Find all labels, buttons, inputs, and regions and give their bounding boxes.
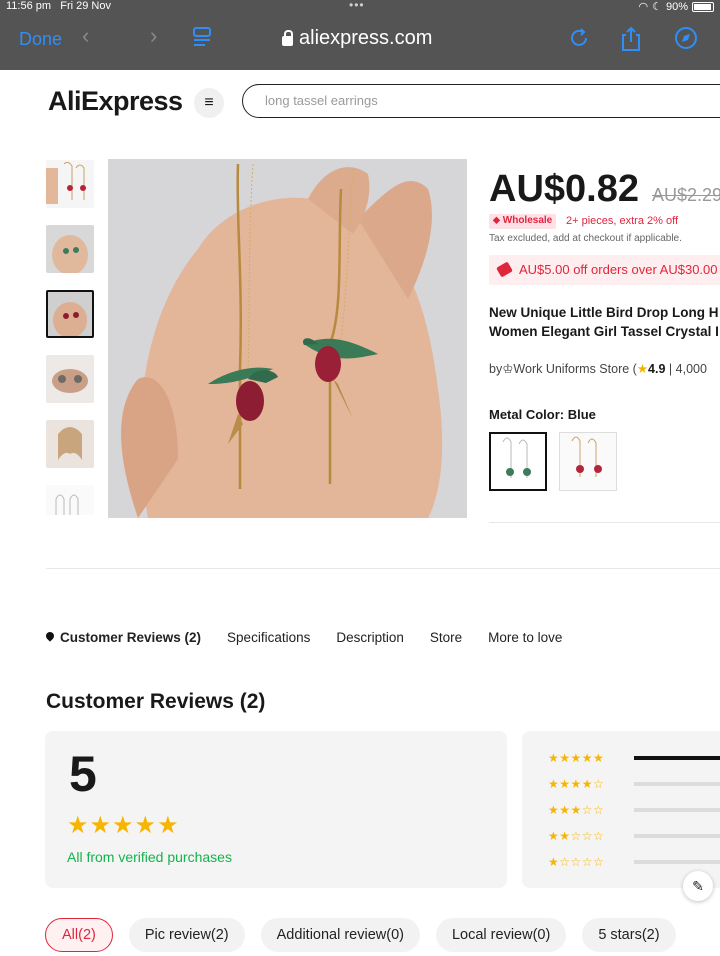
- rating-summary-card: 5 ★★★★★ All from verified purchases: [45, 731, 507, 888]
- average-score: 5: [69, 746, 97, 802]
- share-icon[interactable]: [620, 26, 642, 57]
- wifi-icon: ◠: [638, 1, 649, 13]
- bar-fill: [634, 756, 720, 760]
- row-stars: ★☆☆☆☆: [548, 855, 605, 869]
- aliexpress-logo[interactable]: AliExpress: [48, 86, 183, 117]
- distribution-bar: [634, 834, 720, 838]
- thumbnail-6[interactable]: [46, 485, 94, 515]
- reader-icon[interactable]: [192, 26, 212, 53]
- color-swatch-red[interactable]: [559, 432, 617, 491]
- thumbnail-4[interactable]: [46, 355, 94, 403]
- url-text: aliexpress.com: [299, 27, 433, 49]
- color-label: Metal Color: Blue: [489, 407, 596, 422]
- wholesale-discount: 2+ pieces, extra 2% off: [566, 215, 679, 227]
- row-stars: ★★★★☆: [548, 777, 605, 791]
- wholesale-badge: ⬥ Wholesale: [489, 214, 557, 229]
- filter-local-review[interactable]: Local review(0): [435, 918, 567, 952]
- tab-more-to-love[interactable]: More to love: [488, 630, 562, 645]
- distribution-row[interactable]: ★★★★☆: [548, 777, 720, 791]
- original-price: AU$2.29: [652, 185, 720, 205]
- forward-icon[interactable]: ›: [150, 23, 157, 49]
- distribution-row[interactable]: ★★☆☆☆: [548, 829, 720, 843]
- thumbnail-5[interactable]: [46, 420, 94, 468]
- distribution-bar: [634, 782, 720, 786]
- menu-button[interactable]: ≡: [194, 88, 224, 118]
- rating-distribution-card: ★★★★★ ★★★★☆ ★★★☆☆ ★★☆☆☆ ★☆☆☆☆: [522, 731, 720, 888]
- status-time: 11:56 pm Fri 29 Nov: [6, 0, 111, 12]
- thumbnail-list: [46, 160, 96, 532]
- row-stars: ★★★☆☆: [548, 803, 605, 817]
- site-header: AliExpress ≡ long tassel earrings: [0, 70, 720, 138]
- verified-note: All from verified purchases: [67, 849, 232, 865]
- search-input[interactable]: long tassel earrings: [242, 84, 720, 118]
- distribution-bar: [634, 860, 720, 864]
- distribution-row[interactable]: ★☆☆☆☆: [548, 855, 720, 869]
- row-stars: ★★★★★: [548, 751, 605, 765]
- reviews-heading: Customer Reviews (2): [46, 690, 266, 713]
- section-tabs: Customer Reviews (2) Specifications Desc…: [46, 630, 588, 645]
- location-pin-icon: [46, 632, 54, 643]
- store-link[interactable]: by♔Work Uniforms Store (★4.9 | 4,000: [489, 361, 707, 376]
- done-button[interactable]: Done: [19, 29, 62, 50]
- distribution-bar: [634, 808, 720, 812]
- hamburger-icon: ≡: [204, 94, 214, 111]
- address-bar[interactable]: aliexpress.com: [282, 27, 432, 50]
- compass-icon[interactable]: [674, 26, 698, 55]
- rating-stars: ★★★★★: [67, 812, 180, 839]
- lock-icon: [282, 30, 293, 46]
- back-icon[interactable]: ‹: [82, 23, 89, 49]
- edit-icon[interactable]: ✎: [683, 871, 713, 901]
- product-main-image[interactable]: [108, 159, 467, 518]
- thumbnail-3-selected[interactable]: [46, 290, 94, 338]
- battery-icon: [692, 1, 714, 12]
- status-bar: 11:56 pm Fri 29 Nov ••• ◠ ☾ 90%: [0, 0, 720, 14]
- filter-all[interactable]: All(2): [45, 918, 113, 952]
- coupon-banner[interactable]: AU$5.00 off orders over AU$30.00: [489, 255, 720, 285]
- distribution-row[interactable]: ★★★★★: [548, 751, 720, 765]
- thumbnail-2[interactable]: [46, 225, 94, 273]
- battery-percent: 90%: [665, 0, 688, 13]
- filter-pic-review[interactable]: Pic review(2): [128, 918, 245, 952]
- tab-specifications[interactable]: Specifications: [227, 630, 310, 645]
- divider: [46, 568, 720, 569]
- filter-additional-review[interactable]: Additional review(0): [260, 918, 420, 952]
- store-icon: ♔: [502, 362, 514, 376]
- divider: [489, 522, 720, 523]
- browser-toolbar: Done ‹ › aliexpress.com: [0, 14, 720, 70]
- tag-icon: ⬥: [493, 215, 500, 226]
- moon-icon: ☾: [652, 1, 662, 13]
- tab-store[interactable]: Store: [430, 630, 462, 645]
- status-right: ◠ ☾ 90%: [638, 0, 714, 13]
- tab-customer-reviews[interactable]: Customer Reviews (2): [46, 630, 201, 645]
- filter-5-stars[interactable]: 5 stars(2): [582, 918, 676, 952]
- product-title: New Unique Little Bird Drop Long H Women…: [489, 305, 719, 339]
- distribution-bar: [634, 756, 720, 760]
- row-stars: ★★☆☆☆: [548, 829, 605, 843]
- distribution-row[interactable]: ★★★☆☆: [548, 803, 720, 817]
- product-price: AU$0.82: [489, 168, 639, 210]
- color-swatch-blue[interactable]: [489, 432, 547, 491]
- multitask-dots[interactable]: •••: [349, 0, 365, 12]
- coupon-tag-icon: [496, 261, 513, 278]
- tab-description[interactable]: Description: [336, 630, 404, 645]
- star-icon: ★: [636, 362, 649, 376]
- reload-icon[interactable]: [568, 26, 590, 55]
- review-filters: All(2) Pic review(2) Additional review(0…: [45, 918, 676, 952]
- tax-note: Tax excluded, add at checkout if applica…: [489, 233, 682, 244]
- thumbnail-1[interactable]: [46, 160, 94, 208]
